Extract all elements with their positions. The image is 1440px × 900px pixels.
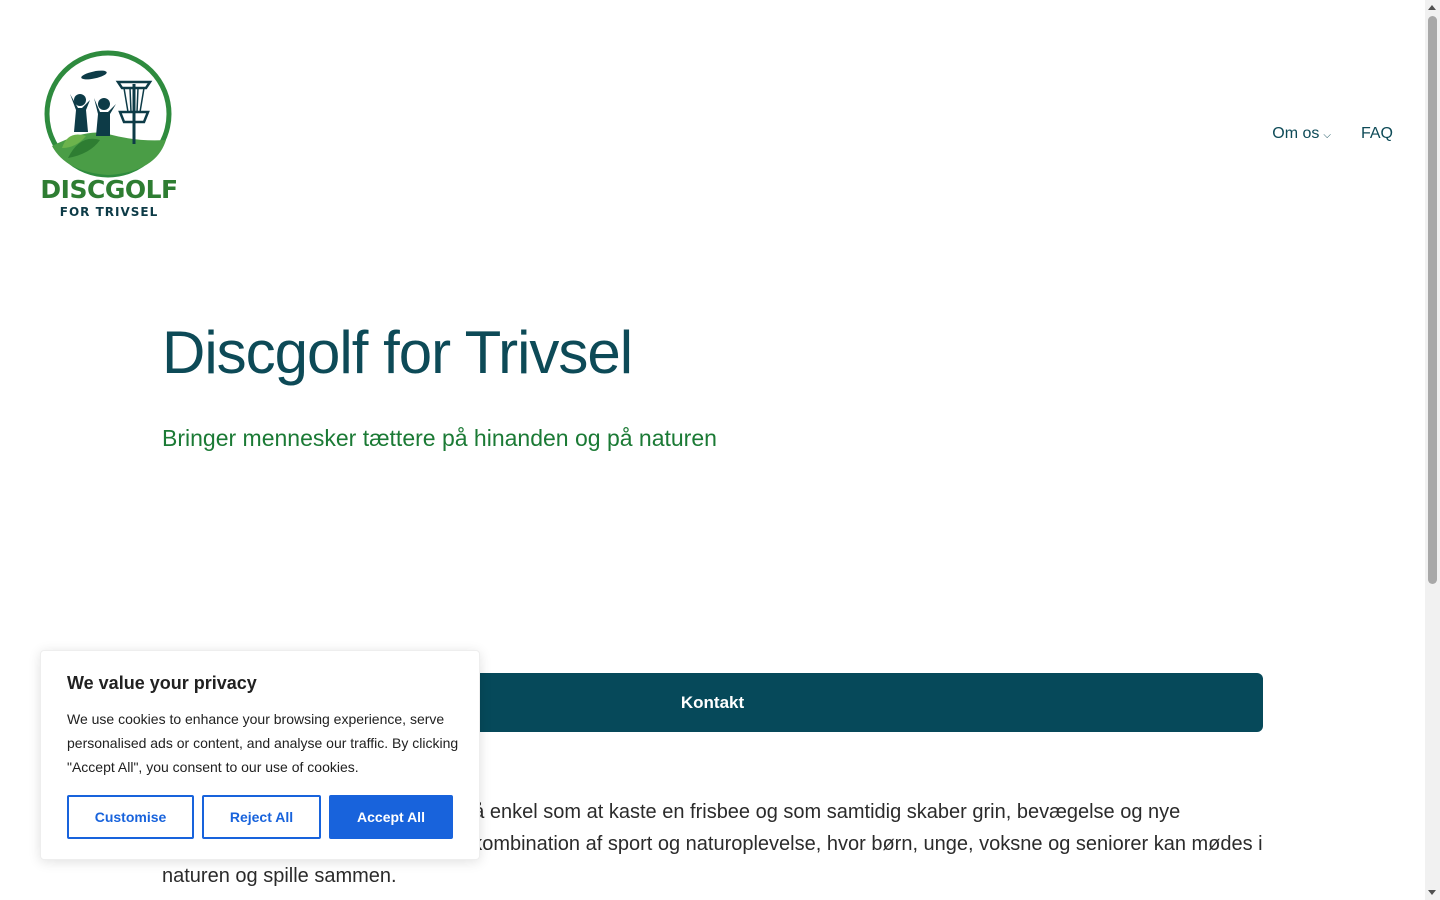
customise-button[interactable]: Customise xyxy=(67,795,194,839)
page-scrollbar[interactable] xyxy=(1425,0,1440,900)
scroll-down-arrow-icon[interactable] xyxy=(1428,890,1436,895)
scroll-up-arrow-icon[interactable] xyxy=(1428,5,1436,10)
page-title: Discgolf for Trivsel xyxy=(162,319,633,386)
nav-item-om-os[interactable]: Om os ⌵ xyxy=(1272,125,1331,143)
site-logo[interactable]: DISCGOLF FOR TRIVSEL xyxy=(38,50,180,222)
nav-item-faq[interactable]: FAQ xyxy=(1361,125,1393,143)
nav-item-label: FAQ xyxy=(1360,125,1393,142)
nav-item-label: Om os xyxy=(1272,125,1320,142)
logo-emblem-icon xyxy=(44,50,172,178)
scrollbar-thumb[interactable] xyxy=(1428,16,1437,584)
page-subtitle: Bringer mennesker tættere på hinanden og… xyxy=(162,425,717,451)
main-nav: Om os ⌵ FAQ xyxy=(1272,125,1393,143)
page: DISCGOLF FOR TRIVSEL Om os ⌵ FAQ Discgol… xyxy=(0,0,1440,900)
logo-wordmark: DISCGOLF xyxy=(40,175,178,204)
logo-tagline: FOR TRIVSEL xyxy=(59,205,159,219)
cookie-banner-title: We value your privacy xyxy=(67,673,257,693)
chevron-down-icon: ⌵ xyxy=(1323,130,1331,141)
accept-all-button[interactable]: Accept All xyxy=(329,795,453,839)
reject-all-button[interactable]: Reject All xyxy=(202,795,321,839)
cookie-banner-text: We use cookies to enhance your browsing … xyxy=(67,711,459,775)
cookie-consent-banner: We value your privacy We use cookies to … xyxy=(40,650,480,860)
